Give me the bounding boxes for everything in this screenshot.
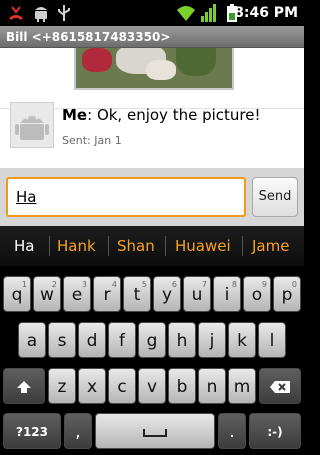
- attached-picture[interactable]: [74, 48, 234, 90]
- key-hint: 9: [261, 280, 267, 289]
- key-k[interactable]: k: [228, 322, 256, 358]
- key-hint: 7: [201, 280, 207, 289]
- key-s[interactable]: s: [48, 322, 76, 358]
- key-o[interactable]: o9: [243, 276, 271, 312]
- smiley-key[interactable]: :-): [249, 413, 301, 449]
- key-z[interactable]: z: [48, 368, 76, 404]
- key-label: y: [161, 285, 173, 305]
- suggestion-divider: [108, 236, 109, 256]
- suggestion-divider: [165, 236, 166, 256]
- key-hint: 3: [81, 280, 87, 289]
- avatar[interactable]: [10, 102, 54, 148]
- key-hint: 1: [21, 280, 27, 289]
- key-i[interactable]: i8: [213, 276, 241, 312]
- suggestion-typed[interactable]: Ha: [14, 226, 34, 266]
- suggestion-strip: Ha Hank Shan Huawei Jame: [0, 226, 304, 266]
- key-h[interactable]: h: [168, 322, 196, 358]
- backspace-key[interactable]: [259, 368, 301, 404]
- status-bar: 8:46 PM: [0, 0, 304, 26]
- space-icon: [143, 429, 167, 437]
- key-label: q: [11, 285, 23, 305]
- key-n[interactable]: n: [198, 368, 226, 404]
- suggestion-item[interactable]: Shan: [117, 226, 155, 266]
- message-sender: Me: [62, 106, 88, 124]
- key-label: u: [191, 285, 203, 305]
- key-label: e: [71, 285, 83, 305]
- key-d[interactable]: d: [78, 322, 106, 358]
- suggestion-item[interactable]: Jame: [252, 226, 289, 266]
- key-hint: 6: [171, 280, 177, 289]
- key-hint: 2: [51, 280, 57, 289]
- key-f[interactable]: f: [108, 322, 136, 358]
- key-u[interactable]: u7: [183, 276, 211, 312]
- key-b[interactable]: b: [168, 368, 196, 404]
- key-hint: 4: [111, 280, 117, 289]
- key-m[interactable]: m: [228, 368, 256, 404]
- status-time: 8:46 PM: [234, 5, 298, 21]
- message-input-value: Ha: [16, 188, 37, 206]
- usb-icon: [58, 5, 70, 21]
- android-avatar-icon: [15, 116, 49, 140]
- comma-key[interactable]: ,: [64, 413, 92, 449]
- key-hint: 8: [231, 280, 237, 289]
- key-e[interactable]: e3: [63, 276, 91, 312]
- suggestion-divider: [49, 236, 50, 256]
- key-label: o: [251, 285, 263, 305]
- key-w[interactable]: w2: [33, 276, 61, 312]
- suggestion-item[interactable]: Huawei: [175, 226, 231, 266]
- key-y[interactable]: y6: [153, 276, 181, 312]
- compose-bar: Ha Send: [0, 168, 304, 226]
- soft-keyboard: q1 w2 e3 r4 t5 y6 u7 i8 o9 p0 a s d f g …: [0, 266, 304, 455]
- symbols-key[interactable]: ?123: [3, 413, 61, 449]
- conversation-header: Bill <+8615817483350>: [0, 26, 304, 48]
- message-timestamp: Sent: Jan 1: [62, 134, 122, 147]
- key-a[interactable]: a: [18, 322, 46, 358]
- key-label: r: [103, 285, 111, 305]
- backspace-icon: [270, 381, 290, 393]
- missed-call-icon: [9, 6, 23, 20]
- robot-icon: [35, 7, 47, 22]
- suggestion-divider: [242, 236, 243, 256]
- key-v[interactable]: v: [138, 368, 166, 404]
- key-p[interactable]: p0: [273, 276, 301, 312]
- contact-title: Bill <+8615817483350>: [6, 30, 171, 44]
- shift-key[interactable]: [3, 368, 45, 404]
- key-hint: 0: [291, 280, 297, 289]
- key-q[interactable]: q1: [3, 276, 31, 312]
- spacebar-key[interactable]: [95, 413, 215, 449]
- key-t[interactable]: t5: [123, 276, 151, 312]
- key-r[interactable]: r4: [93, 276, 121, 312]
- shift-icon: [17, 381, 31, 393]
- key-x[interactable]: x: [78, 368, 106, 404]
- message-input[interactable]: Ha: [6, 177, 246, 217]
- wifi-icon: [177, 6, 195, 21]
- signal-icon: [201, 4, 216, 22]
- suggestion-item[interactable]: Hank: [57, 226, 96, 266]
- key-hint: 5: [141, 280, 147, 289]
- key-l[interactable]: l: [258, 322, 286, 358]
- send-button[interactable]: Send: [252, 177, 298, 217]
- message-separator: :: [87, 106, 97, 124]
- key-label: p: [281, 285, 293, 305]
- message-text: Ok, enjoy the picture!: [96, 106, 261, 124]
- message-body: Me: Ok, enjoy the picture!: [62, 105, 260, 125]
- message-list[interactable]: Me: Ok, enjoy the picture! Sent: Jan 1: [0, 48, 304, 168]
- key-label: t: [133, 285, 141, 305]
- key-g[interactable]: g: [138, 322, 166, 358]
- key-j[interactable]: j: [198, 322, 226, 358]
- key-c[interactable]: c: [108, 368, 136, 404]
- key-label: i: [224, 285, 230, 305]
- period-key[interactable]: .: [218, 413, 246, 449]
